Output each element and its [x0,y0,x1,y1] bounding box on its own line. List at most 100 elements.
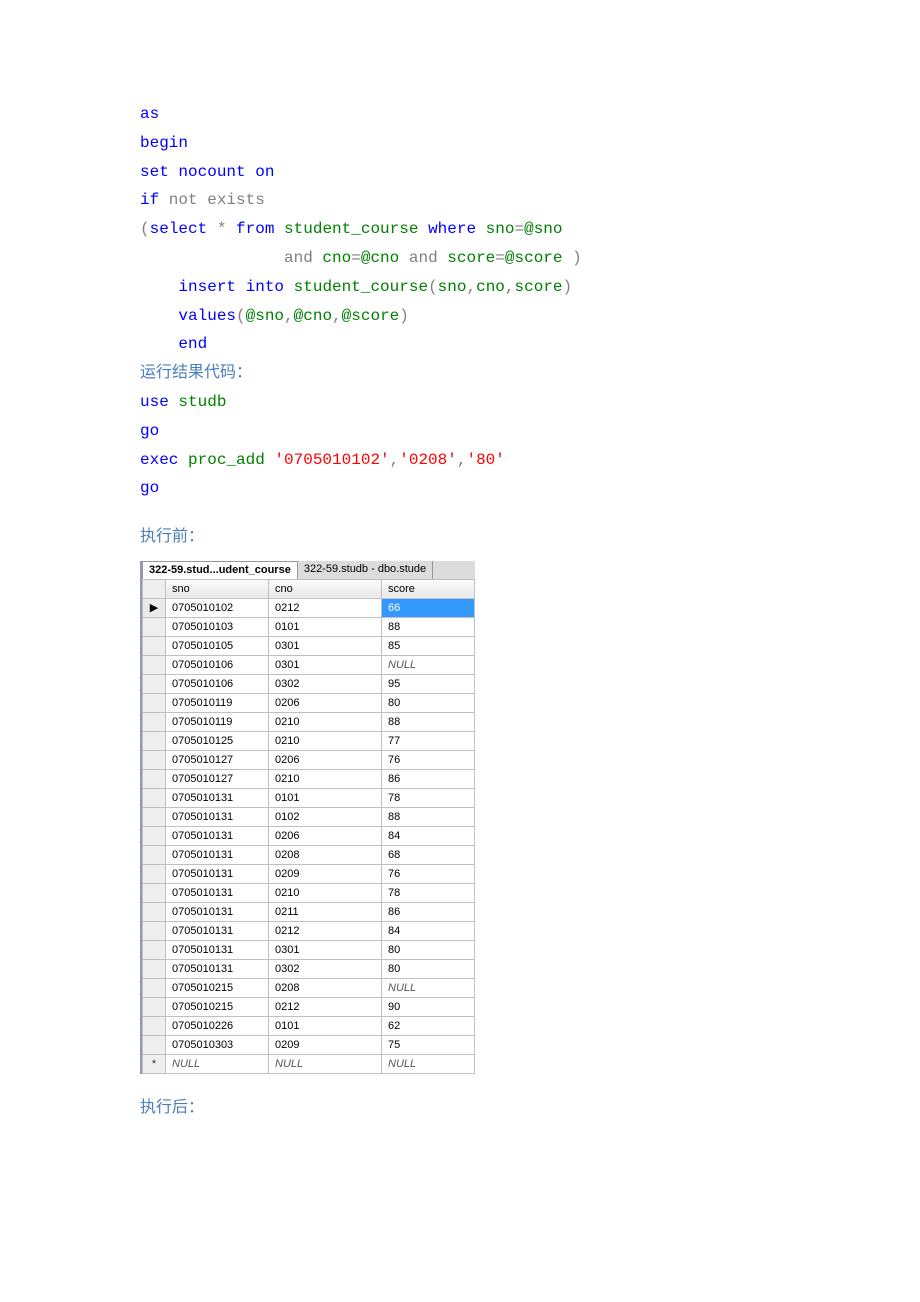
table-row[interactable]: 0705010131021186 [143,902,475,921]
cell-sno[interactable]: 0705010226 [166,1016,269,1035]
cell-sno[interactable]: 0705010127 [166,750,269,769]
cell-score[interactable]: 80 [382,693,475,712]
row-marker[interactable] [143,655,166,674]
row-marker[interactable] [143,959,166,978]
cell-score[interactable]: 86 [382,902,475,921]
cell-sno[interactable]: 0705010215 [166,978,269,997]
cell-score[interactable]: NULL [382,1054,475,1073]
cell-cno[interactable]: 0212 [269,997,382,1016]
cell-cno[interactable]: NULL [269,1054,382,1073]
table-row[interactable]: *NULLNULLNULL [143,1054,475,1073]
table-row[interactable]: 0705010127020676 [143,750,475,769]
cell-cno[interactable]: 0210 [269,731,382,750]
cell-sno[interactable]: 0705010127 [166,769,269,788]
table-row[interactable]: 0705010303020975 [143,1035,475,1054]
cell-cno[interactable]: 0208 [269,845,382,864]
table-row[interactable]: 0705010131021284 [143,921,475,940]
cell-cno[interactable]: 0206 [269,693,382,712]
cell-sno[interactable]: 0705010102 [166,598,269,617]
cell-sno[interactable]: 0705010105 [166,636,269,655]
cell-cno[interactable]: 0212 [269,921,382,940]
table-row[interactable]: ▶0705010102021266 [143,598,475,617]
cell-score[interactable]: 88 [382,712,475,731]
table-row[interactable]: 0705010131020868 [143,845,475,864]
cell-sno[interactable]: 0705010103 [166,617,269,636]
cell-sno[interactable]: 0705010125 [166,731,269,750]
cell-cno[interactable]: 0101 [269,617,382,636]
row-marker[interactable] [143,788,166,807]
cell-score[interactable]: 88 [382,617,475,636]
row-marker[interactable] [143,997,166,1016]
col-header-sno[interactable]: sno [166,579,269,598]
row-marker[interactable] [143,883,166,902]
cell-cno[interactable]: 0206 [269,750,382,769]
row-marker[interactable] [143,921,166,940]
row-marker[interactable] [143,617,166,636]
cell-score[interactable]: 80 [382,959,475,978]
table-row[interactable]: 0705010127021086 [143,769,475,788]
cell-score[interactable]: 76 [382,750,475,769]
cell-sno[interactable]: 0705010131 [166,883,269,902]
cell-score[interactable]: 86 [382,769,475,788]
cell-cno[interactable]: 0102 [269,807,382,826]
cell-score[interactable]: 95 [382,674,475,693]
row-marker[interactable] [143,750,166,769]
row-marker[interactable] [143,826,166,845]
cell-cno[interactable]: 0210 [269,769,382,788]
table-row[interactable]: 0705010131021078 [143,883,475,902]
row-marker[interactable] [143,769,166,788]
row-marker[interactable] [143,1016,166,1035]
table-row[interactable]: 0705010215021290 [143,997,475,1016]
table-row[interactable]: 0705010119020680 [143,693,475,712]
table-row[interactable]: 0705010131030280 [143,959,475,978]
cell-cno[interactable]: 0209 [269,1035,382,1054]
cell-score[interactable]: NULL [382,655,475,674]
cell-sno[interactable]: 0705010131 [166,921,269,940]
cell-cno[interactable]: 0101 [269,1016,382,1035]
cell-sno[interactable]: 0705010119 [166,693,269,712]
table-row[interactable]: 07050101060301NULL [143,655,475,674]
cell-cno[interactable]: 0302 [269,959,382,978]
table-row[interactable]: 0705010106030295 [143,674,475,693]
cell-cno[interactable]: 0210 [269,712,382,731]
cell-sno[interactable]: 0705010131 [166,940,269,959]
cell-sno[interactable]: 0705010131 [166,826,269,845]
cell-cno[interactable]: 0211 [269,902,382,921]
row-marker[interactable] [143,1035,166,1054]
table-row[interactable]: 0705010131020976 [143,864,475,883]
table-row[interactable]: 07050102150208NULL [143,978,475,997]
cell-sno[interactable]: 0705010131 [166,788,269,807]
col-header-score[interactable]: score [382,579,475,598]
table-row[interactable]: 0705010226010162 [143,1016,475,1035]
row-marker[interactable] [143,636,166,655]
cell-sno[interactable]: 0705010215 [166,997,269,1016]
cell-score[interactable]: 77 [382,731,475,750]
cell-cno[interactable]: 0208 [269,978,382,997]
cell-score[interactable]: 88 [382,807,475,826]
cell-score[interactable]: 84 [382,826,475,845]
row-marker[interactable]: * [143,1054,166,1073]
table-row[interactable]: 0705010125021077 [143,731,475,750]
tab-other[interactable]: 322-59.studb - dbo.stude [298,561,433,579]
row-marker[interactable]: ▶ [143,598,166,617]
row-marker[interactable] [143,940,166,959]
table-row[interactable]: 0705010131020684 [143,826,475,845]
cell-sno[interactable]: 0705010106 [166,655,269,674]
table-row[interactable]: 0705010131010288 [143,807,475,826]
col-header-cno[interactable]: cno [269,579,382,598]
row-marker[interactable] [143,845,166,864]
cell-score[interactable]: 90 [382,997,475,1016]
cell-score[interactable]: NULL [382,978,475,997]
cell-sno[interactable]: 0705010131 [166,959,269,978]
cell-score[interactable]: 75 [382,1035,475,1054]
cell-score[interactable]: 66 [382,598,475,617]
cell-sno[interactable]: NULL [166,1054,269,1073]
cell-cno[interactable]: 0209 [269,864,382,883]
cell-cno[interactable]: 0301 [269,636,382,655]
row-marker[interactable] [143,807,166,826]
row-marker[interactable] [143,978,166,997]
table-row[interactable]: 0705010131030180 [143,940,475,959]
cell-sno[interactable]: 0705010106 [166,674,269,693]
cell-score[interactable]: 78 [382,883,475,902]
cell-cno[interactable]: 0301 [269,655,382,674]
